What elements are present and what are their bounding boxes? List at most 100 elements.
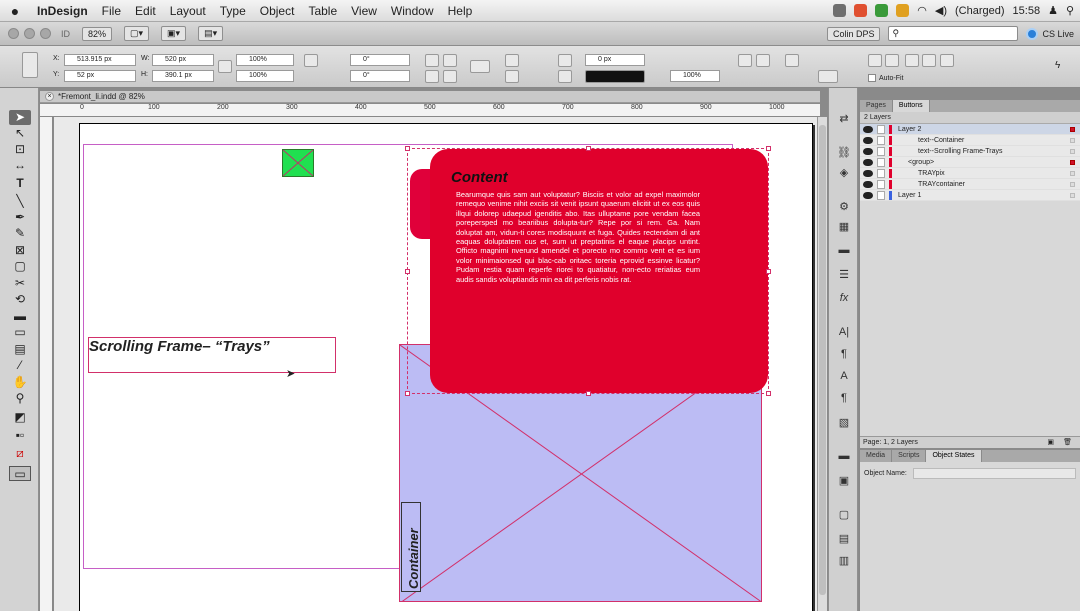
layer-selection-square[interactable] <box>1070 171 1075 176</box>
visibility-eye-icon[interactable] <box>863 148 873 155</box>
container-text-frame[interactable]: Container <box>401 502 421 592</box>
links-panel-icon[interactable]: ⛓ <box>835 146 853 161</box>
tab-scripts[interactable]: Scripts <box>892 450 927 462</box>
fit-frame-icon[interactable] <box>885 54 899 67</box>
stroke-panel-icon[interactable]: ⚙ <box>835 200 853 215</box>
clock[interactable]: 15:58 <box>1013 5 1041 17</box>
reference-point-icon[interactable] <box>22 52 38 78</box>
arrange-documents-icon[interactable]: ▤▾ <box>198 26 224 41</box>
lock-toggle[interactable] <box>877 180 885 189</box>
spotlight-icon[interactable]: ⚲ <box>1066 4 1074 17</box>
rotation-field[interactable]: 0° <box>350 54 410 66</box>
menu-app-indesign[interactable]: InDesign <box>30 4 95 18</box>
selection-handle[interactable] <box>405 269 410 274</box>
vertical-ruler[interactable] <box>40 117 53 611</box>
gradient-feather-tool-icon[interactable]: ▭ <box>9 325 31 340</box>
scale-y-field[interactable]: 100% <box>236 70 294 82</box>
close-document-icon[interactable]: × <box>45 92 54 101</box>
layer-row[interactable]: <group> <box>860 157 1080 168</box>
paragraph-panel-icon[interactable]: ¶ <box>835 348 853 363</box>
text-wrap-icon[interactable] <box>785 54 799 67</box>
layers-panel-icon[interactable]: ◈ <box>835 166 853 181</box>
auto-fit-checkbox[interactable]: Auto-Fit <box>868 74 904 82</box>
menu-extra-icon[interactable] <box>854 4 868 17</box>
lock-toggle[interactable] <box>877 169 885 178</box>
flip-icon[interactable] <box>304 54 318 67</box>
opacity-field[interactable]: 100% <box>670 70 720 82</box>
zoom-tool-icon[interactable]: ⚲ <box>9 391 31 406</box>
battery-status[interactable]: (Charged) <box>955 5 1005 17</box>
type-tool-icon[interactable]: T <box>9 176 31 191</box>
effects-icon[interactable] <box>756 54 770 67</box>
screen-mode-tool-icon[interactable]: ▭ <box>9 466 31 481</box>
tab-media[interactable]: Media <box>860 450 893 462</box>
visibility-eye-icon[interactable] <box>863 181 873 188</box>
fill-stroke-swatch-icon[interactable]: ◩ <box>9 410 31 425</box>
selection-handle[interactable] <box>586 391 591 396</box>
layer-row-layer1[interactable]: Layer 1 <box>860 190 1080 201</box>
lock-toggle[interactable] <box>877 158 885 167</box>
fit-proportionally-icon[interactable] <box>940 54 954 67</box>
selection-handle[interactable] <box>405 146 410 151</box>
stroke-swatch-icon[interactable] <box>558 70 572 83</box>
gap-tool-icon[interactable]: ↔ <box>9 158 31 173</box>
pencil-tool-icon[interactable]: ✎ <box>9 226 31 241</box>
frame-fitting-icon[interactable] <box>818 70 838 83</box>
selection-tool-icon[interactable]: ➤ <box>9 110 31 125</box>
character-styles-icon[interactable]: A <box>835 370 853 385</box>
constrain-proportions-icon[interactable] <box>218 60 232 73</box>
gradient-tool-icon[interactable]: ▬ <box>9 309 31 324</box>
scrollbar-thumb[interactable] <box>819 125 826 595</box>
menu-edit[interactable]: Edit <box>128 4 163 18</box>
selection-handle[interactable] <box>405 391 410 396</box>
character-panel-icon[interactable]: A| <box>835 326 853 341</box>
layer-row[interactable]: text--Scrolling Frame-Trays <box>860 146 1080 157</box>
scripts-panel-icon[interactable]: ▣ <box>835 474 853 489</box>
direct-selection-tool-icon[interactable]: ↖ <box>9 126 31 141</box>
flip-horizontal-icon[interactable] <box>425 70 439 83</box>
lock-toggle[interactable] <box>877 147 885 156</box>
bridge-icon[interactable]: ID <box>61 29 70 39</box>
tab-object-states[interactable]: Object States <box>926 450 982 462</box>
rotate-ccw-icon[interactable] <box>443 54 457 67</box>
apply-none-icon[interactable]: ⧄ <box>9 446 31 461</box>
stroke-weight-field[interactable]: 0 px <box>585 54 645 66</box>
cs-live-button[interactable]: CS Live <box>1026 27 1074 40</box>
scrolling-frame-trays[interactable]: Scrolling Frame– “Trays” <box>88 337 336 373</box>
menu-extra-icon[interactable] <box>875 4 889 17</box>
swatches-panel-icon[interactable]: ▦ <box>835 220 853 235</box>
apply-color-icon[interactable]: ▪▫ <box>9 428 31 443</box>
eyedropper-tool-icon[interactable]: ⁄ <box>9 358 31 373</box>
view-options-icon[interactable]: ▢▾ <box>124 26 150 41</box>
scissors-tool-icon[interactable]: ✂ <box>9 276 31 291</box>
placeholder-graphic-frame[interactable] <box>282 149 314 177</box>
paragraph-styles-icon[interactable]: ¶ <box>835 392 853 407</box>
pen-tool-icon[interactable]: ✒ <box>9 210 31 225</box>
new-layer-icon[interactable]: ▣ <box>1047 437 1054 449</box>
shear-field[interactable]: 0° <box>350 70 410 82</box>
menu-layout[interactable]: Layout <box>163 4 213 18</box>
media-panel-icon[interactable]: ▬ <box>835 450 853 465</box>
buttons-panel-icon[interactable]: ▥ <box>835 554 853 569</box>
scale-x-field[interactable]: 100% <box>236 54 294 66</box>
rectangle-tool-icon[interactable]: ▢ <box>9 259 31 274</box>
rotate-cw-icon[interactable] <box>425 54 439 67</box>
text-wrap-panel-icon[interactable]: ▧ <box>835 416 853 431</box>
layer-row[interactable]: text--Container <box>860 135 1080 146</box>
layer-selection-square[interactable] <box>1070 160 1075 165</box>
layer-selection-square[interactable] <box>1070 138 1075 143</box>
visibility-eye-icon[interactable] <box>863 170 873 177</box>
user-icon[interactable]: ♟ <box>1048 4 1058 17</box>
pasteboard[interactable]: Scrolling Frame– “Trays” Container Conte… <box>54 117 817 611</box>
visibility-eye-icon[interactable] <box>863 192 873 199</box>
center-content-icon[interactable] <box>905 54 919 67</box>
layer-selection-square[interactable] <box>1070 182 1075 187</box>
line-tool-icon[interactable]: ╲ <box>9 194 31 209</box>
layer-selection-square[interactable] <box>1070 193 1075 198</box>
x-position-field[interactable]: 513.915 px <box>64 54 136 66</box>
fill-swatch-icon[interactable] <box>558 54 572 67</box>
menu-view[interactable]: View <box>344 4 384 18</box>
volume-icon[interactable]: ◀) <box>935 4 947 17</box>
document-tab[interactable]: × *Fremont_li.indd @ 82% <box>40 91 820 103</box>
close-window-icon[interactable] <box>8 28 19 39</box>
